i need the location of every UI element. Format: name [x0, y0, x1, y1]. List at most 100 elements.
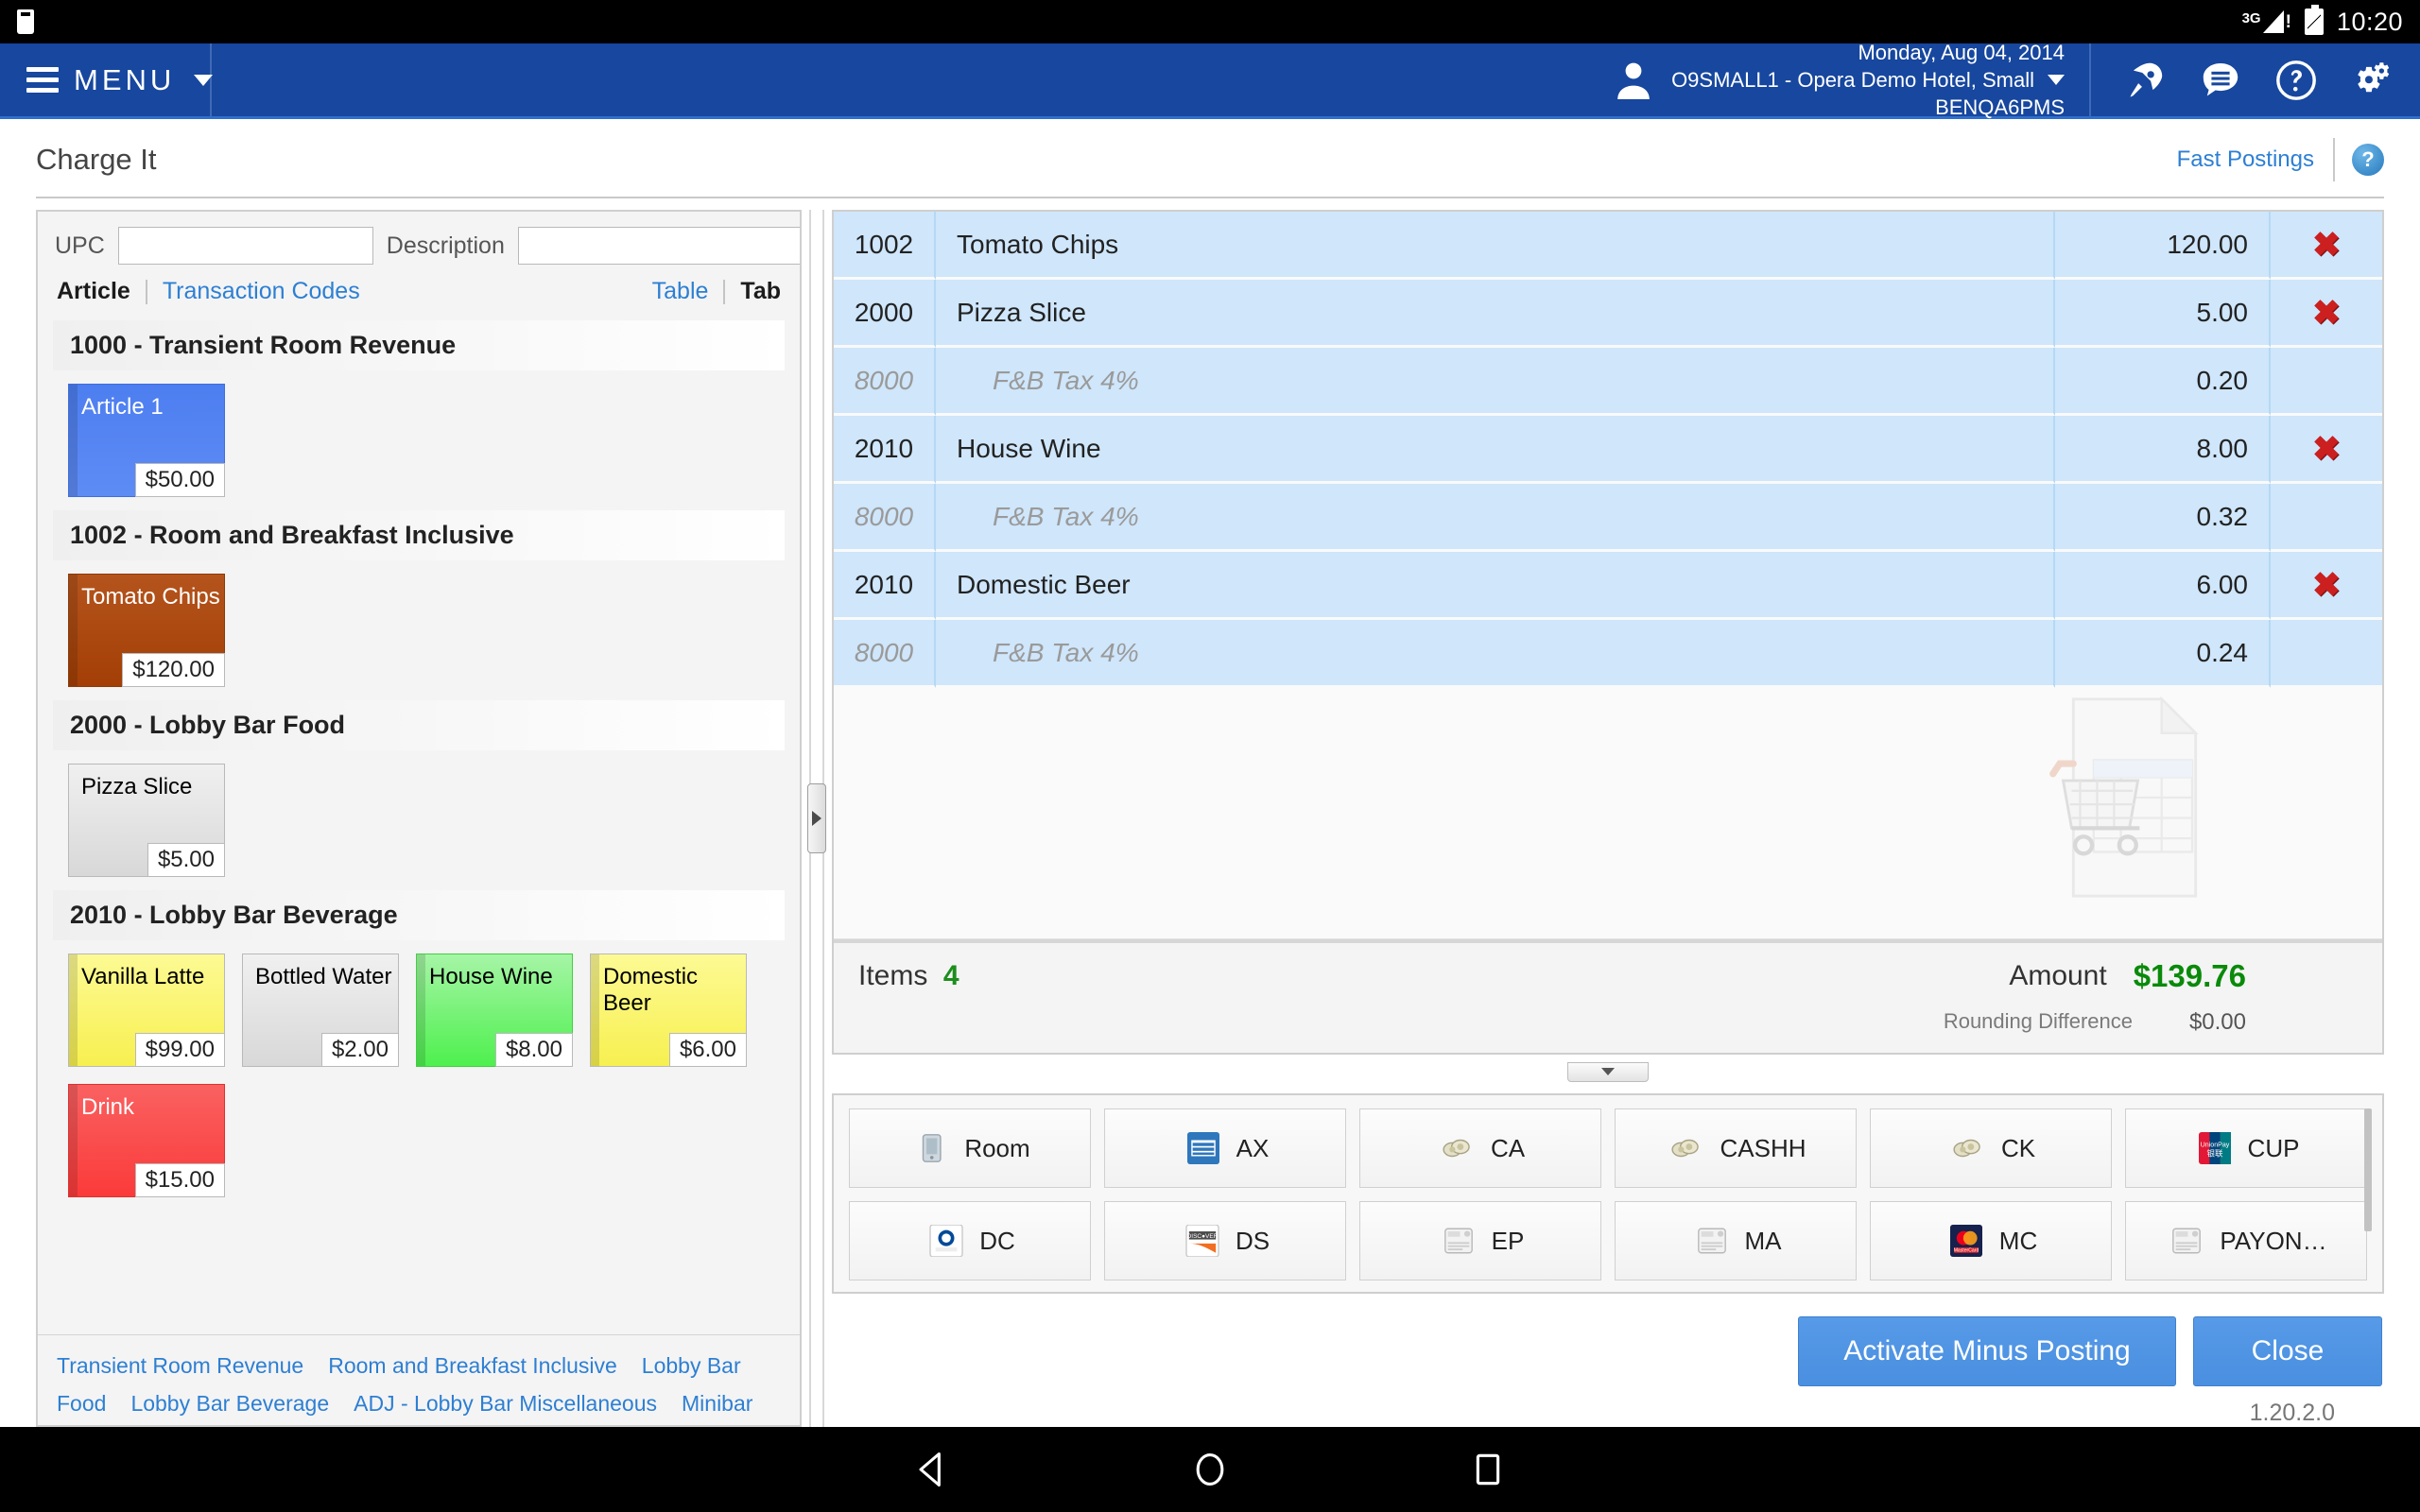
svg-text:MasterCard: MasterCard — [1953, 1248, 1979, 1254]
payment-method-label: Room — [964, 1134, 1029, 1163]
help-icon[interactable]: ? — [2352, 144, 2384, 176]
signal-bars-icon — [2263, 10, 2284, 33]
article-tile-price: $5.00 — [147, 843, 225, 877]
home-icon[interactable] — [1189, 1449, 1231, 1490]
unionpay-icon: UnionPay银联 — [2193, 1132, 2237, 1164]
upc-input[interactable] — [118, 227, 373, 265]
amount-value: $139.76 — [2134, 958, 2246, 994]
scrollbar-thumb[interactable] — [2364, 1108, 2372, 1231]
tab-article[interactable]: Article — [57, 278, 146, 305]
menu-button-label: MENU — [74, 63, 175, 97]
payment-method-button[interactable]: CASHH — [1615, 1108, 1857, 1188]
article-tile-price: $6.00 — [669, 1033, 747, 1067]
delete-row-icon[interactable]: ✖ — [2312, 429, 2341, 469]
profile-selector[interactable]: Monday, Aug 04, 2014 O9SMALL1 - Opera De… — [1611, 43, 2091, 116]
main-content: UPC Description Article Transaction Code… — [0, 198, 2420, 1427]
collapse-payments-toggle[interactable] — [1567, 1062, 1649, 1082]
splitter-handle[interactable] — [807, 783, 826, 853]
payment-method-button[interactable]: DC — [849, 1201, 1091, 1280]
fast-postings-link[interactable]: Fast Postings — [2177, 146, 2333, 173]
article-category-header: 1002 - Room and Breakfast Inclusive — [53, 510, 785, 560]
table-row[interactable]: 2010House Wine8.00✖ — [834, 416, 2382, 484]
posting-description: F&B Tax 4% — [936, 484, 2055, 552]
category-link[interactable]: ADJ - Lobby Bar Miscellaneous — [354, 1391, 657, 1416]
chevron-down-icon[interactable] — [2048, 75, 2065, 85]
rocket-icon[interactable] — [2123, 59, 2167, 102]
back-icon[interactable] — [911, 1449, 953, 1490]
payment-method-button[interactable]: CA — [1359, 1108, 1601, 1188]
payment-method-button[interactable]: PAYON… — [2125, 1201, 2367, 1280]
amex-icon — [1182, 1132, 1225, 1164]
payment-method-button[interactable]: CK — [1870, 1108, 2112, 1188]
article-tile[interactable]: Vanilla Latte$99.00 — [68, 954, 225, 1067]
table-row[interactable]: 8000F&B Tax 4%0.24 — [834, 620, 2382, 688]
description-input[interactable] — [518, 227, 802, 265]
sim-card-icon — [17, 9, 34, 34]
article-tile[interactable]: Drink $15.00 — [68, 1084, 225, 1197]
delete-row-icon[interactable]: ✖ — [2312, 293, 2341, 333]
posting-delete-cell[interactable]: ✖ — [2271, 552, 2382, 620]
table-row[interactable]: 1002Tomato Chips120.00✖ — [834, 212, 2382, 280]
article-tabs-right: Table Tab — [652, 278, 781, 305]
hamburger-icon — [26, 67, 59, 93]
tab-table[interactable]: Table — [652, 278, 724, 305]
delete-row-icon[interactable]: ✖ — [2312, 225, 2341, 265]
posting-amount: 0.20 — [2055, 348, 2271, 416]
posting-delete-cell[interactable]: ✖ — [2271, 280, 2382, 348]
status-right-icons: 3G ! 10:20 — [2242, 8, 2403, 37]
payment-method-button[interactable]: EP — [1359, 1201, 1601, 1280]
posting-description: F&B Tax 4% — [936, 348, 2055, 416]
payment-method-button[interactable]: MasterCardMC — [1870, 1201, 2112, 1280]
article-tile-name: Drink — [81, 1094, 134, 1121]
article-tile-row: Tomato Chips$120.00 — [40, 560, 798, 700]
close-button[interactable]: Close — [2193, 1316, 2382, 1386]
property-label: O9SMALL1 - Opera Demo Hotel, Small — [1671, 66, 2034, 94]
search-row: UPC Description — [55, 227, 783, 265]
activate-minus-posting-button[interactable]: Activate Minus Posting — [1798, 1316, 2176, 1386]
payment-method-label: DS — [1236, 1227, 1270, 1256]
category-link[interactable]: Transient Room Revenue — [57, 1353, 303, 1378]
payment-method-button[interactable]: MA — [1615, 1201, 1857, 1280]
article-panel: UPC Description Article Transaction Code… — [36, 210, 802, 1427]
totals-primary-row: Items 4 Amount $139.76 — [858, 958, 2358, 994]
help-icon[interactable] — [2274, 59, 2318, 102]
chat-icon[interactable] — [2199, 59, 2242, 102]
article-tile[interactable]: House Wine$8.00 — [416, 954, 573, 1067]
posting-delete-cell[interactable]: ✖ — [2271, 212, 2382, 280]
recents-icon[interactable] — [1467, 1449, 1509, 1490]
article-category-list[interactable]: 1000 - Transient Room RevenueArticle 1$5… — [38, 320, 800, 1334]
article-tile[interactable]: Pizza Slice$5.00 — [68, 764, 225, 877]
article-tile-price: $15.00 — [135, 1163, 225, 1197]
article-tile[interactable]: Article 1$50.00 — [68, 384, 225, 497]
version-label: 1.20.2.0 — [832, 1396, 2384, 1427]
payment-method-button[interactable]: AX — [1104, 1108, 1346, 1188]
article-tile[interactable]: Domestic Beer$6.00 — [590, 954, 747, 1067]
table-row[interactable]: 8000F&B Tax 4%0.20 — [834, 348, 2382, 416]
article-tile-name: Article 1 — [81, 394, 164, 421]
article-tabs-left: Article Transaction Codes — [57, 278, 375, 305]
amount-label: Amount — [2009, 960, 2106, 992]
cash-icon — [1665, 1132, 1708, 1164]
payment-scrollbar[interactable] — [2361, 1108, 2375, 1279]
tab-transaction-codes[interactable]: Transaction Codes — [147, 278, 375, 305]
table-row[interactable]: 8000F&B Tax 4%0.32 — [834, 484, 2382, 552]
payment-method-button[interactable]: Room — [849, 1108, 1091, 1188]
posting-delete-cell[interactable]: ✖ — [2271, 416, 2382, 484]
tab-tab[interactable]: Tab — [725, 278, 781, 305]
category-link[interactable]: Lobby Bar Beverage — [130, 1391, 329, 1416]
table-row[interactable]: 2000Pizza Slice5.00✖ — [834, 280, 2382, 348]
article-tile[interactable]: Tomato Chips$120.00 — [68, 574, 225, 687]
delete-row-icon[interactable]: ✖ — [2312, 565, 2341, 605]
category-link[interactable]: Room and Breakfast Inclusive — [328, 1353, 617, 1378]
gear-icon[interactable] — [2350, 59, 2394, 102]
table-row[interactable]: 2010Domestic Beer6.00✖ — [834, 552, 2382, 620]
app-bar: MENU Monday, Aug 04, 2014 O9SMALL1 - Ope… — [0, 43, 2420, 119]
signal-icon: 3G ! — [2242, 10, 2291, 33]
menu-button[interactable]: MENU — [0, 43, 212, 116]
article-tile-price: $120.00 — [122, 653, 225, 687]
payment-method-button[interactable]: UnionPay银联CUP — [2125, 1108, 2367, 1188]
status-left-icons — [17, 9, 34, 34]
article-tile[interactable]: Bottled Water$2.00 — [242, 954, 399, 1067]
payment-method-button[interactable]: DISC●VERDS — [1104, 1201, 1346, 1280]
panel-splitter[interactable] — [802, 210, 832, 1427]
